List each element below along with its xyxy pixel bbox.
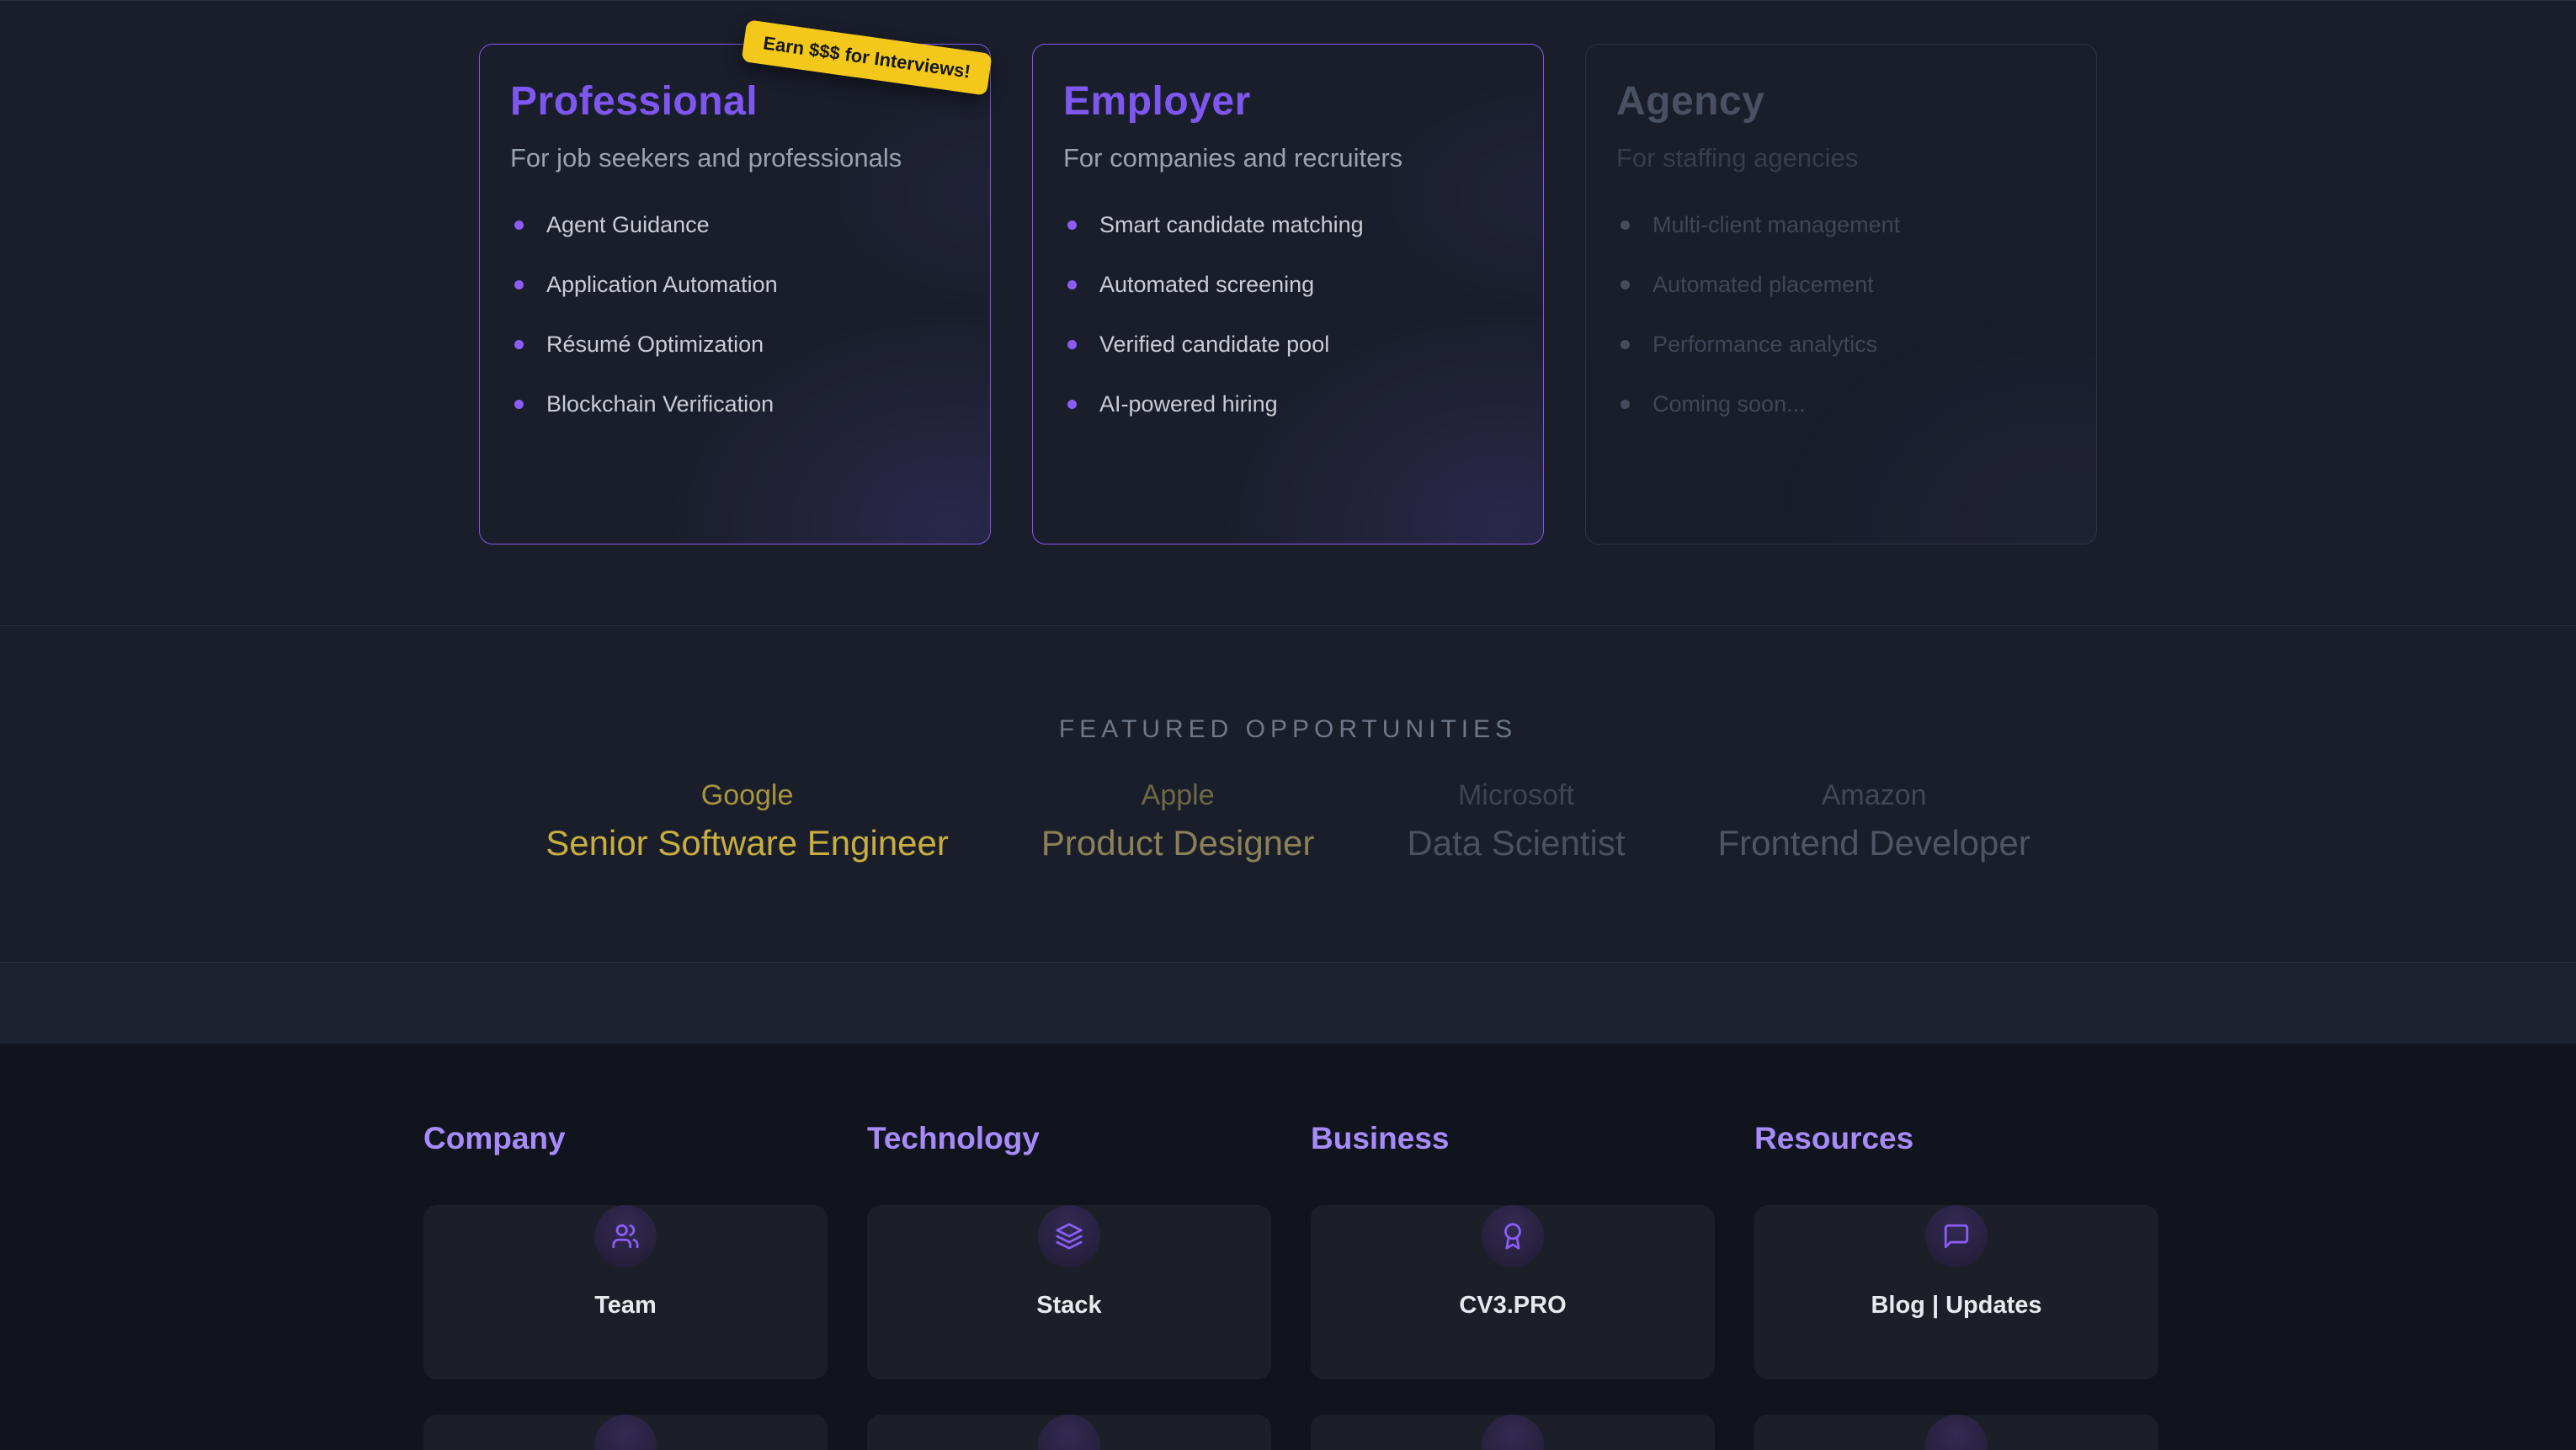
job-company: Microsoft bbox=[1407, 779, 1625, 812]
featured-opportunities-section: FEATURED OPPORTUNITIES Google Senior Sof… bbox=[0, 626, 2576, 962]
hidden-icon bbox=[1925, 1415, 1988, 1450]
section-spacer bbox=[0, 962, 2576, 1044]
tier-subtitle: For companies and recruiters bbox=[1063, 143, 1513, 173]
feature-label: Coming soon... bbox=[1653, 391, 1806, 417]
tier-cards-row: Professional For job seekers and profess… bbox=[0, 1, 2576, 544]
feature-item: Résumé Optimization bbox=[510, 332, 960, 358]
footer-card-label: Blog | Updates bbox=[1754, 1292, 2158, 1320]
job-title: Product Designer bbox=[1041, 823, 1315, 863]
footer-column-heading: Company bbox=[423, 1121, 828, 1156]
feature-item: Agent Guidance bbox=[510, 212, 960, 238]
featured-jobs-row: Google Senior Software Engineer Apple Pr… bbox=[0, 779, 2576, 863]
feature-label: Agent Guidance bbox=[546, 212, 710, 238]
bullet-dot-icon bbox=[1067, 280, 1077, 289]
footer-column-business: Business CV3.PRO bbox=[1311, 1121, 1715, 1450]
job-company: Amazon bbox=[1718, 779, 2030, 812]
feature-list: Smart candidate matching Automated scree… bbox=[1063, 212, 1513, 417]
tier-subtitle: For job seekers and professionals bbox=[510, 143, 960, 173]
feature-label: Automated placement bbox=[1653, 272, 1874, 298]
feature-label: Smart candidate matching bbox=[1099, 212, 1364, 238]
feature-item: Coming soon... bbox=[1616, 391, 2066, 417]
hidden-icon bbox=[1482, 1415, 1544, 1450]
tier-subtitle: For staffing agencies bbox=[1616, 143, 2066, 173]
footer: Company Team Technology bbox=[0, 1044, 2576, 1450]
bullet-dot-icon bbox=[1621, 220, 1630, 230]
tier-card-employer[interactable]: Employer For companies and recruiters Sm… bbox=[1032, 44, 1544, 544]
feature-label: Résumé Optimization bbox=[546, 332, 764, 358]
footer-card-cutoff[interactable] bbox=[867, 1415, 1271, 1450]
feature-item: Automated screening bbox=[1063, 272, 1513, 298]
footer-card-cutoff[interactable] bbox=[1311, 1415, 1715, 1450]
bullet-dot-icon bbox=[514, 220, 524, 230]
job-title: Data Scientist bbox=[1407, 823, 1625, 863]
footer-column-company: Company Team bbox=[423, 1121, 828, 1450]
tier-card-professional[interactable]: Professional For job seekers and profess… bbox=[479, 44, 991, 544]
feature-label: Automated screening bbox=[1099, 272, 1314, 298]
feature-label: Performance analytics bbox=[1653, 332, 1877, 358]
feature-item: Performance analytics bbox=[1616, 332, 2066, 358]
footer-card-team[interactable]: Team bbox=[423, 1205, 828, 1379]
footer-card-stack[interactable]: Stack bbox=[867, 1205, 1271, 1379]
hidden-icon bbox=[1038, 1415, 1100, 1450]
bullet-dot-icon bbox=[1067, 400, 1077, 409]
feature-list: Multi-client management Automated placem… bbox=[1616, 212, 2066, 417]
footer-card-label: Team bbox=[423, 1292, 828, 1320]
feature-item: Smart candidate matching bbox=[1063, 212, 1513, 238]
job-item-microsoft[interactable]: Microsoft Data Scientist bbox=[1407, 779, 1625, 863]
message-square-icon bbox=[1925, 1205, 1988, 1267]
footer-card-label: Stack bbox=[867, 1292, 1271, 1320]
feature-label: Blockchain Verification bbox=[546, 391, 774, 417]
bullet-dot-icon bbox=[1067, 220, 1077, 230]
footer-columns: Company Team Technology bbox=[423, 1121, 2153, 1450]
footer-column-heading: Technology bbox=[867, 1121, 1271, 1156]
feature-item: AI-powered hiring bbox=[1063, 391, 1513, 417]
layers-icon bbox=[1038, 1205, 1100, 1267]
bullet-dot-icon bbox=[1621, 280, 1630, 289]
feature-label: Multi-client management bbox=[1653, 212, 1900, 238]
hidden-icon bbox=[594, 1415, 657, 1450]
footer-card-cv3pro[interactable]: CV3.PRO bbox=[1311, 1205, 1715, 1379]
feature-item: Automated placement bbox=[1616, 272, 2066, 298]
feature-label: AI-powered hiring bbox=[1099, 391, 1278, 417]
bullet-dot-icon bbox=[514, 280, 524, 289]
tier-title: Agency bbox=[1616, 78, 2066, 125]
featured-heading: FEATURED OPPORTUNITIES bbox=[0, 715, 2576, 744]
job-item-apple[interactable]: Apple Product Designer bbox=[1041, 779, 1315, 863]
tier-title: Professional bbox=[510, 78, 960, 125]
footer-column-heading: Business bbox=[1311, 1121, 1715, 1156]
feature-list: Agent Guidance Application Automation Ré… bbox=[510, 212, 960, 417]
footer-card-label: CV3.PRO bbox=[1311, 1292, 1715, 1320]
footer-card-cutoff[interactable] bbox=[423, 1415, 828, 1450]
page: Earn $$$ for Interviews! Professional Fo… bbox=[0, 0, 2576, 1450]
footer-column-technology: Technology Stack bbox=[867, 1121, 1271, 1450]
tier-card-agency: Agency For staffing agencies Multi-clien… bbox=[1585, 44, 2097, 544]
tier-title: Employer bbox=[1063, 78, 1513, 125]
pricing-tiers-section: Earn $$$ for Interviews! Professional Fo… bbox=[0, 0, 2576, 626]
feature-item: Blockchain Verification bbox=[510, 391, 960, 417]
job-item-amazon[interactable]: Amazon Frontend Developer bbox=[1718, 779, 2030, 863]
bullet-dot-icon bbox=[1067, 340, 1077, 349]
footer-column-resources: Resources Blog | Updates bbox=[1754, 1121, 2158, 1450]
bullet-dot-icon bbox=[1621, 340, 1630, 349]
job-title: Senior Software Engineer bbox=[546, 823, 949, 863]
bullet-dot-icon bbox=[1621, 400, 1630, 409]
job-company: Google bbox=[546, 779, 949, 812]
footer-card-blog-updates[interactable]: Blog | Updates bbox=[1754, 1205, 2158, 1379]
job-title: Frontend Developer bbox=[1718, 823, 2030, 863]
feature-item: Multi-client management bbox=[1616, 212, 2066, 238]
feature-item: Verified candidate pool bbox=[1063, 332, 1513, 358]
users-icon bbox=[594, 1205, 657, 1267]
job-item-google[interactable]: Google Senior Software Engineer bbox=[546, 779, 949, 863]
feature-item: Application Automation bbox=[510, 272, 960, 298]
footer-card-cutoff[interactable] bbox=[1754, 1415, 2158, 1450]
bullet-dot-icon bbox=[514, 400, 524, 409]
bullet-dot-icon bbox=[514, 340, 524, 349]
award-icon bbox=[1482, 1205, 1544, 1267]
footer-column-heading: Resources bbox=[1754, 1121, 2158, 1156]
job-company: Apple bbox=[1041, 779, 1315, 812]
feature-label: Verified candidate pool bbox=[1099, 332, 1329, 358]
feature-label: Application Automation bbox=[546, 272, 778, 298]
